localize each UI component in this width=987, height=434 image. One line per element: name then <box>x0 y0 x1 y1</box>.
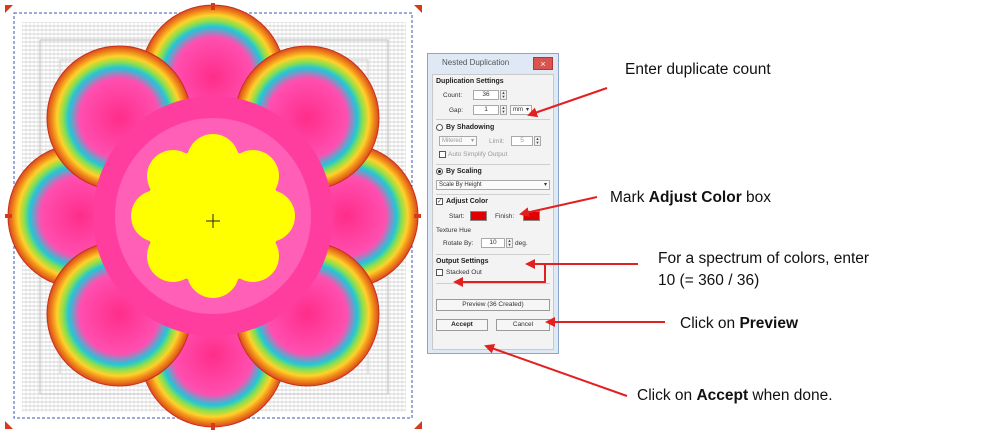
arrow-to-adjust-color <box>519 196 598 218</box>
callout-rotate-line1: For a spectrum of colors, enter <box>658 250 870 267</box>
callout-text: box <box>741 189 772 206</box>
callout-text: when done. <box>748 387 833 404</box>
callout-text: Click on <box>637 387 697 404</box>
annotation-arrows <box>453 87 665 397</box>
callout-rotate: For a spectrum of colors, enter 10 (= 36… <box>658 248 869 292</box>
callout-adjust-color: Mark Adjust Color box <box>610 187 771 209</box>
arrow-to-count <box>527 87 608 118</box>
callout-bold-text: Accept <box>696 387 749 404</box>
callout-count-text: Enter duplicate count <box>625 61 771 78</box>
callout-rotate-line2: 10 (= 360 / 36) <box>658 272 760 289</box>
arrow-to-accept <box>484 343 628 397</box>
callout-bold-text: Preview <box>739 315 799 332</box>
callout-text: Mark <box>610 189 649 206</box>
callout-preview: Click on Preview <box>680 313 798 335</box>
callout-accept: Click on Accept when done. <box>637 385 833 407</box>
callout-bold-text: Adjust Color <box>648 189 742 206</box>
callout-text: Click on <box>680 315 740 332</box>
arrow-to-texture-hue <box>453 263 546 287</box>
callout-count: Enter duplicate count <box>625 59 771 81</box>
